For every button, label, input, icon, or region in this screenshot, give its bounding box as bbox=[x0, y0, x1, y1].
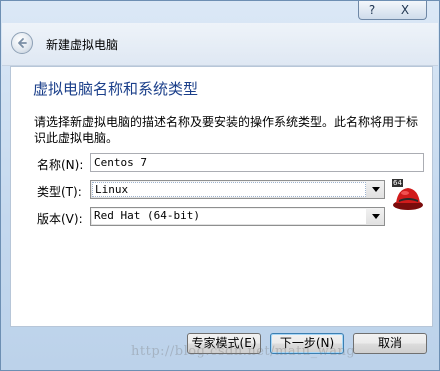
version-label: 版本(V): bbox=[37, 212, 83, 226]
os-arch-badge: 64 bbox=[392, 179, 403, 187]
chevron-down-icon bbox=[372, 214, 380, 219]
page-description: 请选择新虚拟电脑的描述名称及要安装的操作系统类型。此名称将用于标识此虚拟电脑。 bbox=[34, 115, 419, 145]
wizard-page: 虚拟电脑名称和系统类型 请选择新虚拟电脑的描述名称及要安装的操作系统类型。此名称… bbox=[10, 66, 433, 327]
version-select-value: Red Hat (64-bit) bbox=[92, 209, 366, 224]
help-button[interactable]: ? bbox=[358, 1, 386, 20]
wizard-header: 新建虚拟电脑 bbox=[2, 23, 438, 66]
version-select[interactable]: Red Hat (64-bit) bbox=[90, 207, 385, 226]
title-bar: ? X bbox=[1, 1, 439, 23]
type-label: 类型(T): bbox=[37, 185, 82, 199]
watermark: http://blog.csdn.net/matu_wang bbox=[131, 344, 356, 359]
close-button[interactable]: X bbox=[384, 1, 427, 20]
wizard-title: 新建虚拟电脑 bbox=[46, 38, 119, 52]
dialog-window: ? X 新建虚拟电脑 虚拟电脑名称和系统类型 请选择新虚拟电脑的描述名称及要安装… bbox=[0, 0, 440, 371]
type-select-value: Linux bbox=[92, 182, 366, 197]
name-label: 名称(N): bbox=[37, 158, 84, 172]
back-button[interactable] bbox=[11, 32, 33, 54]
cancel-button[interactable]: 取消 bbox=[353, 333, 427, 354]
name-input[interactable]: Centos 7 bbox=[90, 153, 424, 172]
redhat-icon: 64 bbox=[392, 179, 424, 211]
type-select[interactable]: Linux bbox=[90, 180, 385, 199]
chevron-down-icon bbox=[372, 187, 380, 192]
page-heading: 虚拟电脑名称和系统类型 bbox=[33, 80, 199, 98]
back-arrow-icon bbox=[18, 38, 27, 48]
